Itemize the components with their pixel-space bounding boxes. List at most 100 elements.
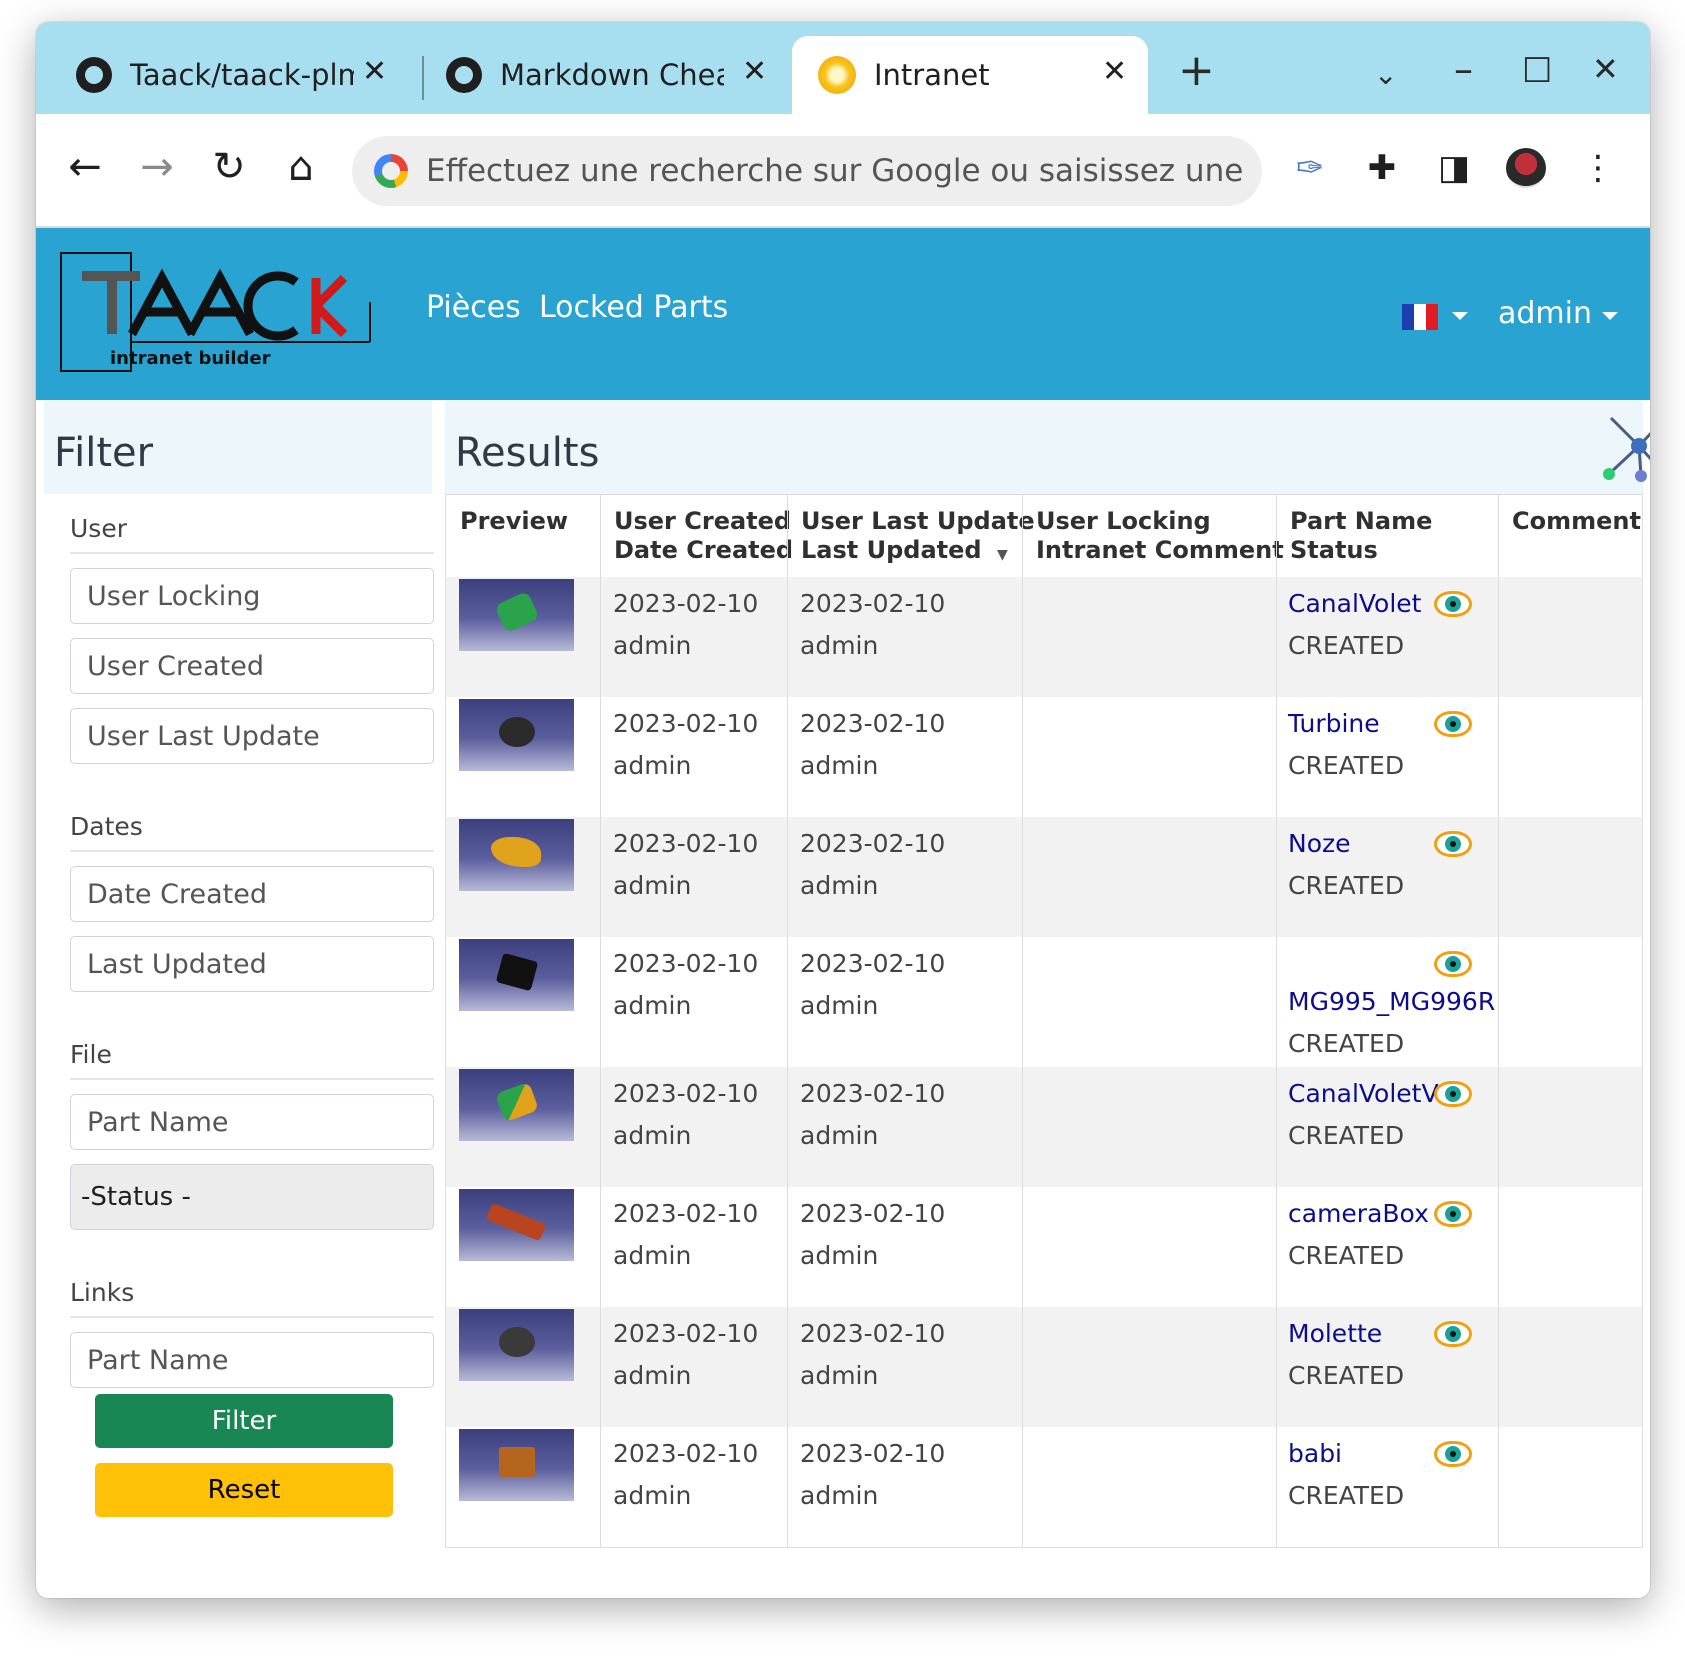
divider	[70, 1078, 434, 1080]
part-name-link[interactable]: babi	[1288, 1439, 1342, 1468]
part-name-link[interactable]: cameraBox	[1288, 1199, 1429, 1228]
user-created: admin	[613, 631, 692, 660]
language-caret-icon[interactable]	[1452, 312, 1468, 320]
close-window-icon[interactable]: ✕	[1592, 50, 1619, 88]
column-divider	[1022, 495, 1023, 1547]
view-eye-icon[interactable]	[1434, 831, 1472, 857]
part-preview-image[interactable]	[459, 1189, 574, 1261]
section-file-label: File	[70, 1040, 112, 1069]
close-tab-icon[interactable]: ✕	[1102, 54, 1127, 89]
table-row: 2023-02-10 admin 2023-02-10 admin MG995_…	[446, 937, 1642, 1067]
home-icon[interactable]: ⌂	[276, 142, 326, 192]
part-name-link[interactable]: CanalVolet	[1288, 589, 1421, 618]
date-created: 2023-02-10	[613, 829, 759, 858]
side-panel-icon[interactable]: ◨	[1434, 148, 1474, 188]
github-icon	[76, 57, 112, 93]
part-model-icon	[491, 837, 541, 867]
date-created: 2023-02-10	[613, 1199, 759, 1228]
section-dates-label: Dates	[70, 812, 143, 841]
nav-pieces[interactable]: Pièces	[426, 290, 521, 325]
part-name-link[interactable]: MG995_MG996R	[1288, 987, 1495, 1016]
section-links-label: Links	[70, 1278, 135, 1307]
user-locking-field[interactable]: User Locking	[70, 568, 434, 624]
nav-locked-parts[interactable]: Locked Parts	[539, 290, 728, 325]
view-eye-icon[interactable]	[1434, 711, 1472, 737]
part-preview-image[interactable]	[459, 579, 574, 651]
back-arrow-icon[interactable]: ←	[60, 142, 110, 192]
last-updated: 2023-02-10	[800, 1079, 946, 1108]
graph-network-icon[interactable]	[1601, 408, 1650, 484]
part-model-icon	[485, 1202, 547, 1242]
part-name-link[interactable]: CanalVoletV2	[1288, 1079, 1454, 1108]
user-created-field[interactable]: User Created	[70, 638, 434, 694]
close-tab-icon[interactable]: ✕	[362, 54, 387, 89]
view-eye-icon[interactable]	[1434, 951, 1472, 977]
status-select[interactable]: -Status -	[70, 1164, 434, 1230]
view-eye-icon[interactable]	[1434, 1321, 1472, 1347]
part-status: CREATED	[1288, 1361, 1405, 1390]
part-preview-image[interactable]	[459, 819, 574, 891]
tab-search-chevron-icon[interactable]: ⌄	[1374, 56, 1397, 94]
header-part-name[interactable]: Part Name Status	[1290, 507, 1432, 565]
new-tab-button[interactable]: +	[1178, 49, 1215, 93]
header-updated[interactable]: User Last Update Last Updated ▼	[801, 507, 1035, 565]
user-menu[interactable]: admin	[1498, 296, 1592, 331]
tab-intranet[interactable]: Intranet ✕	[792, 36, 1148, 114]
part-preview-image[interactable]	[459, 1429, 574, 1501]
table-row: 2023-02-10 admin 2023-02-10 admin babi C…	[446, 1427, 1642, 1547]
header-line: Comment	[1512, 507, 1641, 535]
header-line: Last Updated	[801, 536, 982, 564]
taack-logo[interactable]: intranet builder	[60, 252, 375, 372]
browser-window: Taack/taack-plm ✕ Markdown Chea ✕ Intran…	[36, 22, 1650, 1598]
table-row: 2023-02-10 admin 2023-02-10 admin CanalV…	[446, 1067, 1642, 1187]
extensions-puzzle-icon[interactable]: ✚	[1362, 148, 1402, 188]
address-bar[interactable]: Effectuez une recherche sur Google ou sa…	[352, 136, 1262, 206]
minimize-icon[interactable]: –	[1454, 50, 1473, 88]
user-last-update: admin	[800, 751, 879, 780]
part-name-link[interactable]: Noze	[1288, 829, 1351, 858]
part-name-field[interactable]: Part Name	[70, 1094, 434, 1150]
last-updated-field[interactable]: Last Updated	[70, 936, 434, 992]
view-eye-icon[interactable]	[1434, 1201, 1472, 1227]
date-created: 2023-02-10	[613, 949, 759, 978]
french-flag-icon[interactable]	[1402, 304, 1438, 330]
part-preview-image[interactable]	[459, 939, 574, 1011]
browser-menu-icon[interactable]: ⋮	[1578, 148, 1618, 188]
user-last-update: admin	[800, 991, 879, 1020]
filter-button[interactable]: Filter	[95, 1394, 393, 1448]
intranet-favicon-icon	[818, 56, 856, 94]
view-eye-icon[interactable]	[1434, 1441, 1472, 1467]
tab-taack-plm[interactable]: Taack/taack-plm ✕	[76, 36, 406, 114]
user-caret-icon[interactable]	[1602, 312, 1618, 320]
filter-title: Filter	[54, 430, 154, 476]
view-eye-icon[interactable]	[1434, 1081, 1472, 1107]
part-preview-image[interactable]	[459, 699, 574, 771]
view-eye-icon[interactable]	[1434, 591, 1472, 617]
profile-avatar[interactable]	[1506, 148, 1546, 188]
tab-strip: Taack/taack-plm ✕ Markdown Chea ✕ Intran…	[36, 22, 1650, 114]
header-comment[interactable]: Comment	[1512, 507, 1641, 536]
header-preview[interactable]: Preview	[460, 507, 568, 536]
part-model-icon	[499, 1327, 535, 1357]
results-header: Results	[445, 400, 1650, 494]
reload-icon[interactable]: ↻	[204, 142, 254, 192]
maximize-icon[interactable]: ☐	[1522, 52, 1552, 90]
forward-arrow-icon[interactable]: →	[132, 142, 182, 192]
table-header: Preview User Created Date Created User La…	[446, 495, 1642, 577]
links-part-name-field[interactable]: Part Name	[70, 1332, 434, 1388]
part-name-link[interactable]: Molette	[1288, 1319, 1382, 1348]
part-name-link[interactable]: Turbine	[1288, 709, 1380, 738]
header-locking[interactable]: User Locking Intranet Comment	[1036, 507, 1284, 565]
part-preview-image[interactable]	[459, 1309, 574, 1381]
close-tab-icon[interactable]: ✕	[742, 54, 767, 89]
user-last-update-field[interactable]: User Last Update	[70, 708, 434, 764]
reset-button[interactable]: Reset	[95, 1463, 393, 1517]
extension-feather-icon[interactable]: ✑	[1290, 148, 1330, 188]
header-line: Intranet Comment	[1036, 536, 1284, 564]
part-model-icon	[499, 717, 535, 747]
part-preview-image[interactable]	[459, 1069, 574, 1141]
date-created-field[interactable]: Date Created	[70, 866, 434, 922]
tab-markdown[interactable]: Markdown Chea ✕	[446, 36, 786, 114]
header-created[interactable]: User Created Date Created	[614, 507, 793, 565]
table-row: 2023-02-10 admin 2023-02-10 admin Molett…	[446, 1307, 1642, 1427]
